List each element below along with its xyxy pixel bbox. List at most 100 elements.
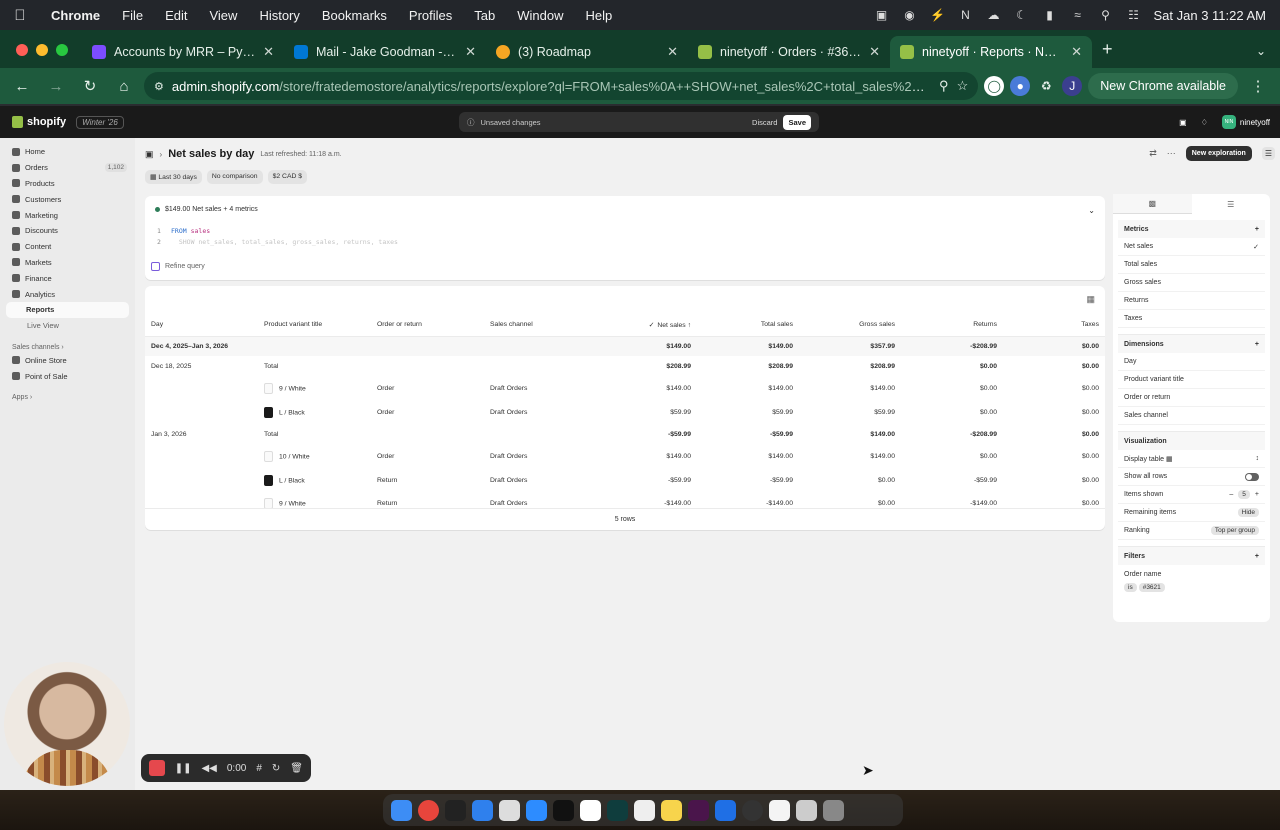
zoom-app-icon[interactable]: [526, 799, 547, 821]
discard-button[interactable]: Discard: [752, 118, 777, 127]
search-icon[interactable]: ⚲: [1098, 8, 1114, 22]
maximize-window-button[interactable]: [56, 44, 68, 56]
site-info-icon[interactable]: ⚙: [154, 80, 164, 93]
metric-item[interactable]: Returns: [1118, 292, 1265, 310]
trash-icon[interactable]: 🗑: [290, 763, 303, 774]
table-view-icon[interactable]: ▦: [1086, 294, 1095, 305]
sidebar-item-live-view[interactable]: Live View: [0, 318, 135, 334]
tab-layout-icon[interactable]: ☰: [1192, 194, 1271, 214]
trash-bin-icon[interactable]: [823, 799, 844, 821]
metric-item[interactable]: Total sales: [1118, 256, 1265, 274]
sidebar-item-products[interactable]: Products: [0, 176, 135, 192]
screen-recording-icon[interactable]: [796, 799, 817, 821]
terminal-icon[interactable]: [553, 799, 574, 821]
webcam-overlay[interactable]: [4, 662, 130, 786]
sidebar-item-content[interactable]: Content: [0, 239, 135, 255]
close-tab-icon[interactable]: ✕: [869, 44, 880, 60]
col-order-return[interactable]: Order or return: [371, 314, 484, 337]
add-dimension-icon[interactable]: +: [1255, 341, 1259, 348]
decrement-icon[interactable]: –: [1229, 491, 1233, 498]
wifi-icon[interactable]: ≈: [1070, 8, 1086, 22]
slack-icon[interactable]: [688, 799, 709, 821]
query-editor[interactable]: 1 FROM sales 2 SHOW net_sales, total_sale…: [157, 226, 398, 248]
document-icon[interactable]: [769, 799, 790, 821]
menu-bookmarks[interactable]: Bookmarks: [311, 8, 398, 23]
sales-channels-heading[interactable]: Sales channels ›: [0, 334, 135, 353]
apple-menu-icon[interactable]: : [0, 7, 40, 24]
tab-reports[interactable]: ninetyoff · Reports · Net s ✕: [890, 36, 1092, 68]
grid-icon[interactable]: #: [256, 763, 262, 774]
url-text[interactable]: admin.shopify.com/store/fratedemostore/a…: [172, 79, 931, 94]
sidebar-item-home[interactable]: Home: [0, 144, 135, 160]
screen-share-icon[interactable]: ▣: [874, 8, 890, 22]
battery-icon[interactable]: ▮: [1042, 8, 1058, 22]
refine-query-button[interactable]: Refine query: [151, 262, 205, 271]
zoom-icon[interactable]: ◉: [902, 8, 918, 22]
linear-icon[interactable]: [742, 799, 763, 821]
col-variant[interactable]: Product variant title: [258, 314, 371, 337]
extensions-puzzle-icon[interactable]: ♻: [1036, 76, 1056, 96]
menu-tab[interactable]: Tab: [463, 8, 506, 23]
pause-icon[interactable]: ❚❚: [175, 763, 192, 774]
add-metric-icon[interactable]: +: [1255, 226, 1259, 233]
menu-history[interactable]: History: [248, 8, 310, 23]
remaining-items-select[interactable]: Hide: [1237, 508, 1259, 517]
shopify-logo[interactable]: shopify: [0, 116, 66, 128]
activity-monitor-icon[interactable]: [607, 799, 628, 821]
cloud-icon[interactable]: ☁: [986, 8, 1002, 22]
apps-heading[interactable]: Apps ›: [0, 384, 135, 403]
customize-icon[interactable]: ☰: [1261, 147, 1275, 160]
menu-view[interactable]: View: [198, 8, 248, 23]
restart-icon[interactable]: ↻: [272, 763, 280, 774]
control-center-icon[interactable]: ☷: [1126, 8, 1142, 22]
sidebar-item-finance[interactable]: Finance: [0, 270, 135, 286]
dimension-item[interactable]: Day: [1118, 353, 1265, 371]
sidebar-item-reports[interactable]: Reports: [6, 301, 129, 318]
close-tab-icon[interactable]: ✕: [263, 44, 274, 60]
chevron-down-icon[interactable]: ⌄: [1088, 206, 1095, 215]
dimension-item[interactable]: Order or return: [1118, 389, 1265, 407]
notion-icon[interactable]: N: [958, 8, 974, 22]
address-bar[interactable]: ⚙ admin.shopify.com/store/fratedemostore…: [144, 72, 979, 100]
items-shown-value[interactable]: 5: [1238, 490, 1250, 499]
more-actions-icon[interactable]: ⋯: [1167, 148, 1176, 159]
profile-avatar[interactable]: J: [1062, 76, 1083, 96]
col-net-sales[interactable]: ✓ Net sales ↑: [597, 314, 697, 337]
menu-profiles[interactable]: Profiles: [398, 8, 463, 23]
menu-edit[interactable]: Edit: [154, 8, 198, 23]
page-title[interactable]: Net sales by day: [168, 148, 254, 160]
menu-help[interactable]: Help: [575, 8, 624, 23]
display-type-select[interactable]: Display table ▦ ↕: [1118, 450, 1265, 468]
notifications-bell-icon[interactable]: ♢: [1201, 118, 1208, 127]
tab-pylon[interactable]: Accounts by MRR – Pylon ✕: [82, 36, 284, 68]
minimize-window-button[interactable]: [36, 44, 48, 56]
col-returns[interactable]: Returns: [901, 314, 1003, 337]
extension-icon[interactable]: ●: [1010, 76, 1031, 96]
close-tab-icon[interactable]: ✕: [465, 44, 476, 60]
bookmark-star-icon[interactable]: ☆: [957, 78, 969, 94]
sidebar-item-marketing[interactable]: Marketing: [0, 207, 135, 223]
tab-data-icon[interactable]: ▩: [1113, 194, 1192, 214]
stop-recording-button[interactable]: [149, 760, 165, 776]
chatgpt-icon[interactable]: [499, 799, 520, 821]
close-tab-icon[interactable]: ✕: [1071, 44, 1082, 60]
new-chrome-available-button[interactable]: New Chrome available: [1088, 73, 1238, 99]
back-icon[interactable]: ←: [8, 72, 36, 100]
save-button[interactable]: Save: [783, 114, 811, 130]
home-icon[interactable]: ⌂: [110, 72, 138, 100]
rewind-icon[interactable]: ◀◀: [201, 763, 216, 774]
col-day[interactable]: Day: [145, 314, 258, 337]
cursor-app-icon[interactable]: [445, 799, 466, 821]
filter-name[interactable]: Order name: [1118, 565, 1265, 583]
ranking-select[interactable]: Top per group: [1210, 526, 1259, 535]
col-channel[interactable]: Sales channel: [484, 314, 597, 337]
dimension-item[interactable]: Product variant title: [1118, 371, 1265, 389]
currency-pill[interactable]: $2 CAD $: [267, 170, 308, 184]
menu-chrome[interactable]: Chrome: [40, 8, 111, 23]
moon-icon[interactable]: ☾: [1014, 8, 1030, 22]
metric-item[interactable]: Gross sales: [1118, 274, 1265, 292]
notes-icon[interactable]: [661, 799, 682, 821]
claude-icon[interactable]: [634, 799, 655, 821]
xcode-icon[interactable]: [715, 799, 736, 821]
menubar-datetime[interactable]: Sat Jan 3 11:22 AM: [1154, 8, 1267, 23]
